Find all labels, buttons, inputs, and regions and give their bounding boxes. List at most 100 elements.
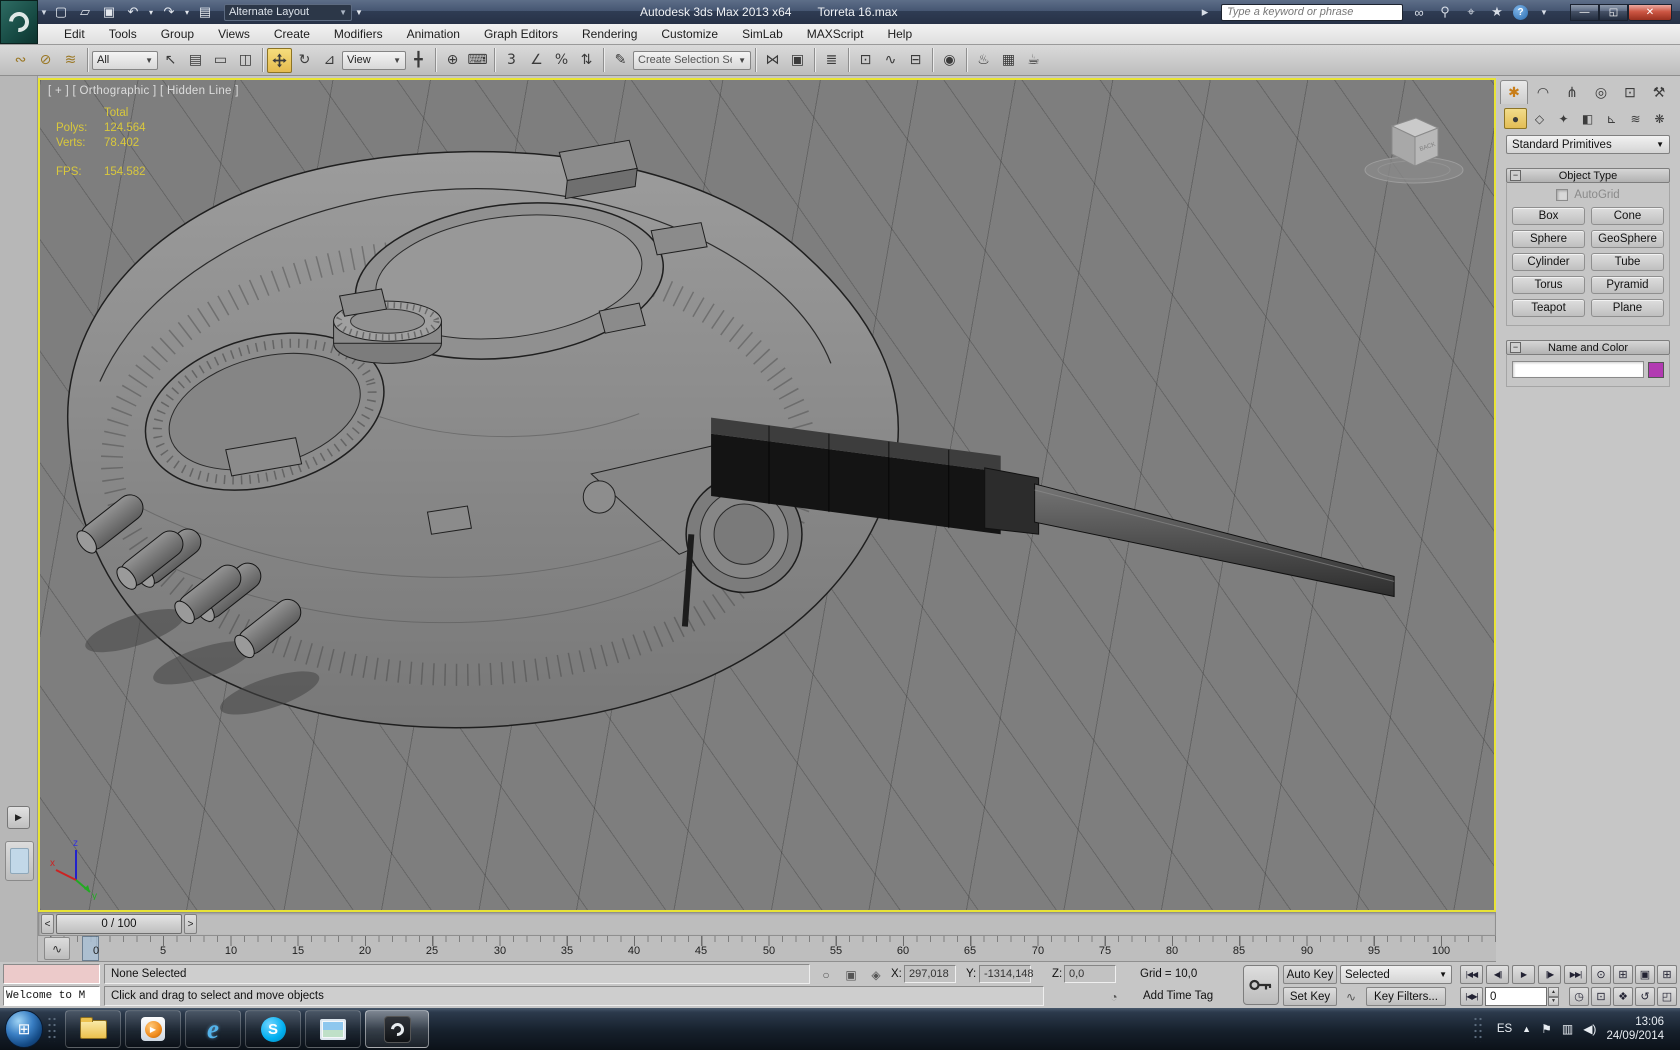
select-and-manipulate-icon[interactable]: ⊕ <box>440 48 465 73</box>
pyramid-button[interactable]: Pyramid <box>1591 276 1664 294</box>
category-helpers-icon[interactable]: ⊾ <box>1600 108 1623 129</box>
infocenter-search-input[interactable] <box>1221 3 1403 21</box>
action-center-flag-icon[interactable]: ⚑ <box>1541 1022 1552 1036</box>
select-object-icon[interactable]: ↖ <box>158 48 183 73</box>
time-tag-icon[interactable]: ◔ <box>1104 988 1124 1005</box>
track-bar[interactable]: 0 5 10 15 20 25 30 35 40 45 50 55 60 65 … <box>38 936 1496 962</box>
curve-editor-icon[interactable]: ∿ <box>878 48 903 73</box>
category-geometry-icon[interactable]: ● <box>1504 108 1527 129</box>
menu-create[interactable]: Create <box>262 24 322 44</box>
plane-button[interactable]: Plane <box>1591 299 1664 317</box>
unlink-selection-icon[interactable]: ⊘ <box>33 48 58 73</box>
sphere-button[interactable]: Sphere <box>1512 230 1585 248</box>
time-configuration-button[interactable]: ◷ <box>1569 987 1589 1006</box>
viewport-label[interactable]: [ + ] [ Orthographic ] [ Hidden Line ] <box>48 85 239 97</box>
select-and-link-icon[interactable]: ∾ <box>8 48 33 73</box>
geosphere-button[interactable]: GeoSphere <box>1591 230 1664 248</box>
tube-button[interactable]: Tube <box>1591 253 1664 271</box>
redo-icon[interactable]: ↷ <box>158 3 180 21</box>
undo-dropdown-icon[interactable]: ▾ <box>146 3 156 21</box>
object-type-rollout-header[interactable]: − Object Type <box>1506 168 1670 183</box>
expander-icon[interactable]: ▸ <box>1195 4 1215 20</box>
default-in-out-tangent-icon[interactable]: ∿ <box>1341 988 1361 1005</box>
cylinder-button[interactable]: Cylinder <box>1512 253 1585 271</box>
menu-maxscript[interactable]: MAXScript <box>795 24 876 44</box>
new-scene-icon[interactable]: ▢ <box>50 3 72 21</box>
named-selection-sets-dropdown[interactable]: Create Selection Se ▼ <box>633 50 751 70</box>
key-mode-toggle-button[interactable]: |◀▶| <box>1460 987 1483 1006</box>
maxscript-mini-listener-macro[interactable] <box>3 964 100 984</box>
menu-edit[interactable]: Edit <box>52 24 97 44</box>
render-production-icon[interactable]: ☕ <box>1021 48 1046 73</box>
select-by-name-icon[interactable]: ▤ <box>183 48 208 73</box>
category-shapes-icon[interactable]: ◇ <box>1528 108 1551 129</box>
tab-create-icon[interactable]: ✱ <box>1500 80 1528 104</box>
language-indicator[interactable]: ES <box>1497 1023 1512 1035</box>
toggle-scene-explorer-icon[interactable]: ⊡ <box>853 48 878 73</box>
menu-tools[interactable]: Tools <box>97 24 149 44</box>
align-icon[interactable]: ▣ <box>785 48 810 73</box>
redo-dropdown-icon[interactable]: ▾ <box>182 3 192 21</box>
selection-filter-dropdown[interactable]: All ▼ <box>92 50 158 70</box>
category-systems-icon[interactable]: ❋ <box>1648 108 1671 129</box>
object-color-swatch[interactable] <box>1648 361 1664 378</box>
open-file-icon[interactable]: ▱ <box>74 3 96 21</box>
x-coordinate-field[interactable]: 297,018 <box>904 965 956 983</box>
absolute-relative-coordinate-toggle-icon[interactable]: ◈ <box>866 966 886 983</box>
cone-button[interactable]: Cone <box>1591 207 1664 225</box>
tab-motion-icon[interactable]: ◎ <box>1587 80 1615 104</box>
angle-snap-toggle-icon[interactable]: ∠ <box>524 48 549 73</box>
tab-display-icon[interactable]: ⊡ <box>1616 80 1644 104</box>
previous-frame-button[interactable]: < <box>41 914 54 934</box>
manage-layers-icon[interactable]: ≣ <box>819 48 844 73</box>
project-folder-icon[interactable]: ▤ <box>194 3 216 21</box>
schematic-view-icon[interactable]: ⊟ <box>903 48 928 73</box>
taskbar-photo-viewer-button[interactable] <box>305 1010 361 1048</box>
tab-modify-icon[interactable]: ◠ <box>1529 80 1557 104</box>
bind-to-space-warp-icon[interactable]: ≋ <box>58 48 83 73</box>
application-menu-button[interactable] <box>0 0 38 44</box>
maxscript-mini-listener[interactable]: Welcome to M <box>3 986 100 1006</box>
clock[interactable]: 13:06 24/09/2014 <box>1606 1015 1664 1043</box>
pan-view-button[interactable]: ❖ <box>1613 987 1633 1006</box>
save-file-icon[interactable]: ▣ <box>98 3 120 21</box>
zoom-extents-button[interactable]: ▣ <box>1635 965 1655 984</box>
spinner-up-icon[interactable]: ▲ <box>1548 987 1559 997</box>
taskbar-skype-button[interactable]: S <box>245 1010 301 1048</box>
time-slider-handle[interactable]: 0 / 100 <box>56 914 182 934</box>
open-mini-curve-editor-button[interactable]: ∿ <box>44 937 70 960</box>
subscription-key-icon[interactable]: ⚲ <box>1435 4 1455 20</box>
geometry-category-dropdown[interactable]: Standard Primitives ▼ <box>1506 135 1670 154</box>
previous-frame-button[interactable]: ◀|| <box>1486 965 1509 984</box>
restore-button[interactable]: ◱ <box>1599 3 1628 21</box>
communication-center-icon[interactable]: ⌖ <box>1461 4 1481 20</box>
application-menu-arrow-icon[interactable]: ▼ <box>40 8 48 17</box>
volume-icon[interactable]: ◀) <box>1583 1022 1596 1036</box>
rendered-frame-window-icon[interactable]: ▦ <box>996 48 1021 73</box>
zoom-all-button[interactable]: ⊞ <box>1613 965 1633 984</box>
spinner-down-icon[interactable]: ▼ <box>1548 996 1559 1006</box>
isolate-selection-toggle-icon[interactable]: ○ <box>816 966 836 983</box>
help-icon[interactable]: ? <box>1513 4 1528 20</box>
selection-lock-toggle-icon[interactable]: ▣ <box>841 966 861 983</box>
mirror-icon[interactable]: ⋈ <box>760 48 785 73</box>
select-and-move-icon[interactable] <box>267 47 292 73</box>
zoom-button[interactable]: ⊙ <box>1591 965 1611 984</box>
favorites-star-icon[interactable]: ★ <box>1487 4 1507 20</box>
taskbar-media-player-button[interactable] <box>125 1010 181 1048</box>
z-coordinate-field[interactable]: 0,0 <box>1064 965 1116 983</box>
category-lights-icon[interactable]: ✦ <box>1552 108 1575 129</box>
name-and-color-rollout-header[interactable]: − Name and Color <box>1506 340 1670 355</box>
render-setup-icon[interactable]: ♨ <box>971 48 996 73</box>
window-crossing-toggle-icon[interactable]: ◫ <box>233 48 258 73</box>
torus-button[interactable]: Torus <box>1512 276 1585 294</box>
undo-icon[interactable]: ↶ <box>122 3 144 21</box>
help-dropdown-icon[interactable]: ▼ <box>1534 8 1554 17</box>
zoom-region-button[interactable]: ⊡ <box>1591 987 1611 1006</box>
spinner-snap-toggle-icon[interactable]: ⇅ <box>574 48 599 73</box>
play-animation-button[interactable]: ▶ <box>1512 965 1535 984</box>
viewcube[interactable]: BACK <box>1358 96 1470 188</box>
teapot-button[interactable]: Teapot <box>1512 299 1585 317</box>
current-frame-field[interactable] <box>1485 987 1547 1006</box>
taskbar-internet-explorer-button[interactable]: e <box>185 1010 241 1048</box>
